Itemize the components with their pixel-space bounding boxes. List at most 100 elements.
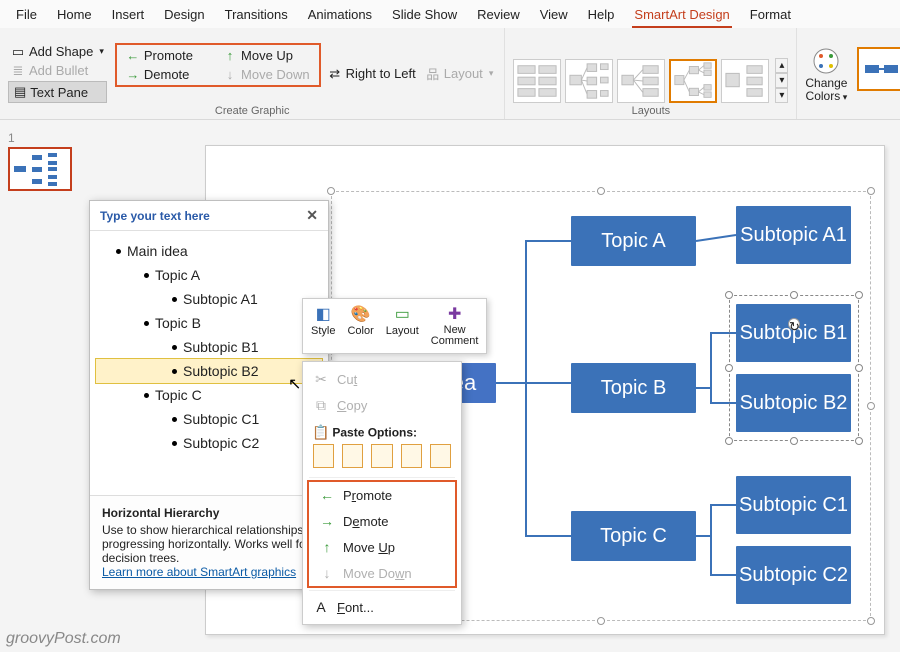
ctx-copy: ⧉Copy bbox=[303, 392, 461, 418]
promote-label: Promote bbox=[144, 48, 193, 63]
tab-animations[interactable]: Animations bbox=[306, 3, 374, 28]
ctx-move-down: ↓Move Down bbox=[309, 560, 455, 586]
add-shape-button[interactable]: ▭Add Shape▾ bbox=[8, 43, 107, 60]
layout-thumb-2[interactable] bbox=[565, 59, 613, 103]
smartart-topic-c[interactable]: Topic C bbox=[571, 511, 696, 561]
text-pane-item-6[interactable]: Topic C bbox=[96, 383, 322, 407]
mini-color-button[interactable]: 🎨 Color bbox=[343, 303, 377, 349]
tab-review[interactable]: Review bbox=[475, 3, 522, 28]
smartart-subtopic-c1[interactable]: Subtopic C1 bbox=[736, 476, 851, 534]
tab-format[interactable]: Format bbox=[748, 3, 793, 28]
mini-new-comment-button[interactable]: ✚ NewComment bbox=[427, 303, 483, 349]
smartart-shape-selection[interactable]: ↻ bbox=[729, 295, 859, 441]
layouts-scroll-up[interactable]: ▴ bbox=[775, 58, 788, 73]
text-pane-tree[interactable]: Main idea Topic A Subtopic A1Topic B Subtop… bbox=[90, 231, 328, 495]
text-pane-item-label: Topic A bbox=[155, 267, 200, 283]
ctx-cut: ✂Cut bbox=[303, 366, 461, 392]
text-pane-label: Text Pane bbox=[30, 85, 88, 100]
color-icon: 🎨 bbox=[350, 305, 372, 323]
mini-color-label: Color bbox=[347, 325, 373, 337]
demote-button[interactable]: →Demote bbox=[123, 66, 196, 83]
tab-file[interactable]: File bbox=[14, 3, 39, 28]
smartart-subtopic-c2[interactable]: Subtopic C2 bbox=[736, 546, 851, 604]
smartart-topic-b[interactable]: Topic B bbox=[571, 363, 696, 413]
bullet-icon bbox=[116, 249, 121, 254]
text-pane-item-0[interactable]: Main idea bbox=[96, 239, 322, 263]
mini-layout-label: Layout bbox=[386, 325, 419, 337]
tab-insert[interactable]: Insert bbox=[110, 3, 147, 28]
move-up-button[interactable]: ↑Move Up bbox=[220, 47, 313, 64]
slide-thumbnails: 1 bbox=[0, 124, 80, 197]
text-pane-button[interactable]: ▤ Text Pane bbox=[8, 81, 107, 103]
rotate-handle-icon[interactable]: ↻ bbox=[788, 318, 800, 330]
textpane-icon: ▤ bbox=[14, 84, 26, 100]
paste-opt-5[interactable] bbox=[430, 444, 451, 468]
add-shape-label: Add Shape bbox=[29, 44, 93, 59]
arrow-right-icon: → bbox=[319, 513, 335, 529]
layout-tree1-icon bbox=[566, 60, 612, 102]
bullet-icon: ≣ bbox=[11, 64, 25, 78]
layout-thumb-4-selected[interactable] bbox=[669, 59, 717, 103]
ctx-font[interactable]: AFont... bbox=[303, 594, 461, 620]
text-pane-item-4[interactable]: Subtopic B1 bbox=[96, 335, 322, 359]
demote-label: Demote bbox=[144, 67, 190, 82]
chevron-down-icon: ▾ bbox=[489, 68, 494, 79]
tab-help[interactable]: Help bbox=[586, 3, 617, 28]
paste-opt-3[interactable] bbox=[371, 444, 392, 468]
paste-opt-2[interactable] bbox=[342, 444, 363, 468]
ctx-move-up[interactable]: ↑Move Up bbox=[309, 534, 455, 560]
smartart-subtopic-a1[interactable]: Subtopic A1 bbox=[736, 206, 851, 264]
clipboard-icon: 📋 bbox=[313, 424, 329, 440]
tab-smartart-design[interactable]: SmartArt Design bbox=[632, 3, 731, 28]
layout-thumb-3[interactable] bbox=[617, 59, 665, 103]
text-pane-item-label: Topic C bbox=[155, 387, 202, 403]
text-pane-item-8[interactable]: Subtopic C2 bbox=[96, 431, 322, 455]
right-to-left-button[interactable]: ⇄Right to Left bbox=[325, 65, 419, 82]
bullet-icon bbox=[144, 393, 149, 398]
smartart-topic-a[interactable]: Topic A bbox=[571, 216, 696, 266]
mini-toolbar[interactable]: ◧ Style 🎨 Color ▭ Layout ✚ NewComment bbox=[302, 298, 487, 354]
group-label-create-graphic: Create Graphic bbox=[215, 105, 290, 117]
slide-number: 1 bbox=[8, 131, 15, 145]
layout-horizhier-icon bbox=[671, 61, 715, 101]
layout-thumb-1[interactable] bbox=[513, 59, 561, 103]
style-thumb-1-selected[interactable] bbox=[857, 47, 900, 91]
arrow-left-icon: ← bbox=[319, 487, 335, 503]
tab-view[interactable]: View bbox=[538, 3, 570, 28]
text-pane-close-button[interactable]: ✕ bbox=[306, 207, 318, 224]
tab-home[interactable]: Home bbox=[55, 3, 94, 28]
text-pane-item-label: Subtopic B1 bbox=[183, 339, 259, 355]
text-pane-learn-more-link[interactable]: Learn more about SmartArt graphics bbox=[102, 565, 296, 579]
paste-opt-4[interactable] bbox=[401, 444, 422, 468]
tab-slideshow[interactable]: Slide Show bbox=[390, 3, 459, 28]
tab-transitions[interactable]: Transitions bbox=[223, 3, 290, 28]
layouts-more[interactable]: ▾ bbox=[775, 88, 788, 103]
layout-thumb-5[interactable] bbox=[721, 59, 769, 103]
context-menu[interactable]: ✂Cut ⧉Copy 📋 Paste Options: ←Promote →De… bbox=[302, 361, 462, 625]
text-pane[interactable]: Type your text here ✕ Main ideaTopic ASu… bbox=[89, 200, 329, 590]
bullet-icon bbox=[172, 441, 177, 446]
text-pane-item-1[interactable]: Topic A bbox=[96, 263, 322, 287]
ctx-demote[interactable]: →Demote bbox=[309, 508, 455, 534]
paste-opt-1[interactable] bbox=[313, 444, 334, 468]
style-icon: ◧ bbox=[312, 305, 334, 323]
tab-design[interactable]: Design bbox=[162, 3, 206, 28]
ctx-promote[interactable]: ←Promote bbox=[309, 482, 455, 508]
ctx-paste-options bbox=[303, 442, 461, 474]
mini-layout-button[interactable]: ▭ Layout bbox=[382, 303, 423, 349]
text-pane-item-2[interactable]: Subtopic A1 bbox=[96, 287, 322, 311]
text-pane-item-7[interactable]: Subtopic C1 bbox=[96, 407, 322, 431]
promote-button[interactable]: ←Promote bbox=[123, 47, 196, 64]
text-pane-item-5[interactable]: Subtopic B2 bbox=[96, 359, 322, 383]
arrow-up-icon: ↑ bbox=[223, 49, 237, 63]
layout-button: 品Layout▾ bbox=[423, 65, 497, 82]
slide-thumbnail-1[interactable] bbox=[8, 147, 72, 191]
mini-style-button[interactable]: ◧ Style bbox=[307, 303, 339, 349]
bullet-icon bbox=[172, 417, 177, 422]
change-colors-button[interactable]: Change Colors ▾ bbox=[805, 47, 847, 103]
layouts-scroll-down[interactable]: ▾ bbox=[775, 73, 788, 88]
text-pane-item-3[interactable]: Topic B bbox=[96, 311, 322, 335]
arrow-up-icon: ↑ bbox=[319, 539, 335, 555]
ribbon: ▭Add Shape▾ ≣Add Bullet ▤Text Pane ←Prom… bbox=[0, 28, 900, 120]
menu-tabs: File Home Insert Design Transitions Anim… bbox=[0, 0, 900, 28]
